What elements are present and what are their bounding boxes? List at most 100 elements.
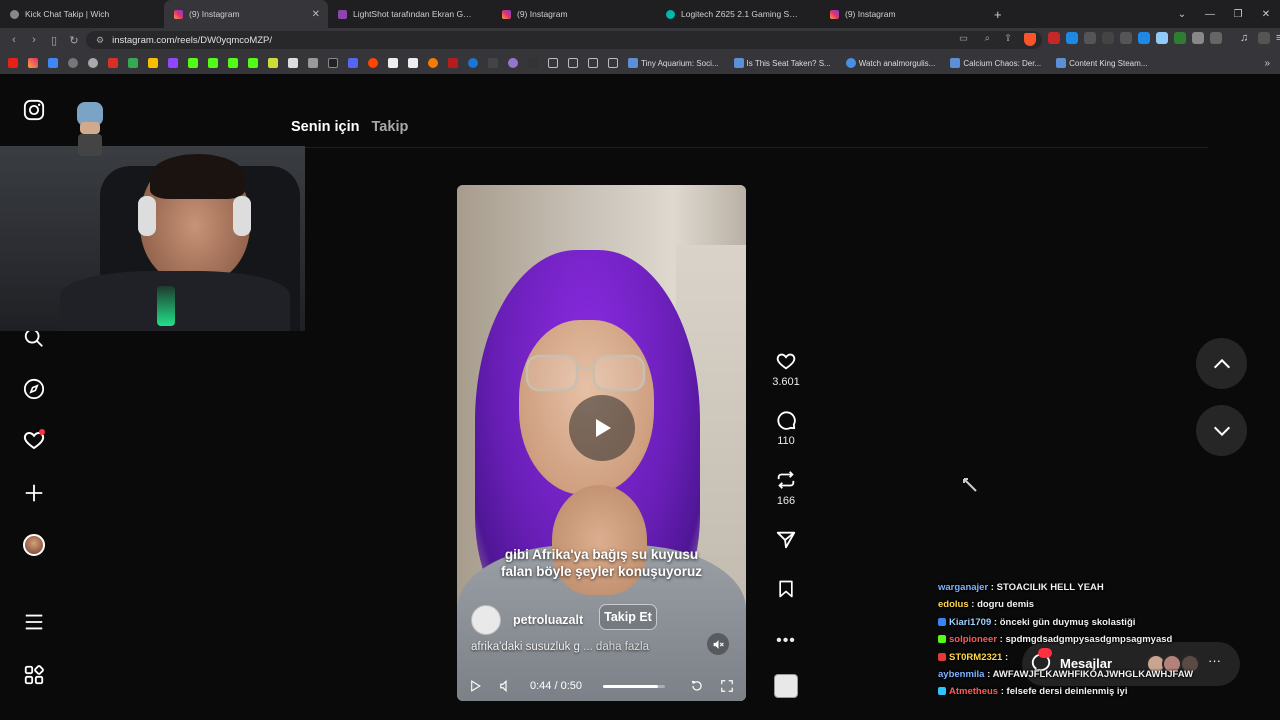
kick-bookmark-icon[interactable] <box>208 58 218 68</box>
bookmark-icon[interactable] <box>148 58 158 68</box>
bookmark-icon[interactable] <box>48 58 58 68</box>
site-info-icon[interactable]: ⚙ <box>96 35 104 46</box>
minimize-icon[interactable]: — <box>1196 9 1224 20</box>
extension-icon[interactable] <box>1084 32 1096 44</box>
notifications-heart-icon[interactable] <box>22 428 46 452</box>
bookmark-icon[interactable] <box>88 58 98 68</box>
extension-icon[interactable] <box>1102 32 1114 44</box>
bookmark-icon[interactable] <box>528 58 538 68</box>
extension-icon[interactable] <box>1138 32 1150 44</box>
bookmark-icon[interactable] <box>448 58 458 68</box>
more-apps-grid-icon[interactable] <box>22 663 46 687</box>
save-action[interactable] <box>771 578 801 604</box>
cast-icon[interactable]: ▭ <box>959 33 968 44</box>
browser-tab-lightshot[interactable]: LightShot tarafından Ekran Görüntüsü <box>328 0 492 28</box>
browser-tab-logitech[interactable]: Logitech Z625 2.1 Gaming Speaker S <box>656 0 820 28</box>
bookmark-icon[interactable]: ▯ <box>44 34 64 47</box>
sidebar-toggle-icon[interactable] <box>1258 32 1270 44</box>
zoom-icon[interactable]: ⌕ <box>985 33 990 44</box>
amazon-bookmark-icon[interactable] <box>408 58 418 68</box>
extension-icon[interactable] <box>1120 32 1132 44</box>
back-icon[interactable]: ‹ <box>4 34 24 46</box>
url-field[interactable]: ⚙ instagram.com/reels/DW0yqmcoMZP/ ⇪ ⌕ ▭ <box>86 31 1042 49</box>
tab-search-icon[interactable]: ⌄ <box>1168 9 1196 20</box>
new-tab-button[interactable]: + <box>984 0 1014 28</box>
create-plus-icon[interactable] <box>22 481 46 505</box>
bookmark-calcium-chaos[interactable]: Calcium Chaos: Der... <box>963 59 1041 68</box>
replay-icon[interactable] <box>690 679 704 693</box>
author-avatar[interactable] <box>471 605 501 635</box>
bookmark-icon[interactable] <box>508 58 518 68</box>
gmail-bookmark-icon[interactable] <box>108 58 118 68</box>
reel-video-player[interactable]: gibi Afrika'ya bağış su kuyusu falan böy… <box>457 185 746 701</box>
author-username[interactable]: petroluazalt <box>513 613 583 627</box>
bookmark-content-king[interactable]: Content King Steam... <box>1069 59 1147 68</box>
folder-icon[interactable] <box>608 58 618 68</box>
like-action[interactable]: 3.601 <box>771 350 801 388</box>
bookmark-icon[interactable] <box>488 58 498 68</box>
repost-action[interactable]: 166 <box>771 469 801 507</box>
extension-icon[interactable] <box>1066 32 1078 44</box>
close-tab-icon[interactable]: ✕ <box>312 9 320 20</box>
restore-icon[interactable]: ❐ <box>1224 9 1252 20</box>
audio-thumbnail[interactable] <box>771 674 801 698</box>
bookmark-seat-taken[interactable]: Is This Seat Taken? S... <box>747 59 831 68</box>
drive-bookmark-icon[interactable] <box>128 58 138 68</box>
twitch-bookmark-icon[interactable] <box>168 58 178 68</box>
browser-tab-instagram[interactable]: (9) Instagram <box>492 0 656 28</box>
volume-icon[interactable] <box>499 679 513 693</box>
folder-icon[interactable] <box>588 58 598 68</box>
profile-avatar[interactable] <box>22 533 46 557</box>
browser-tab-instagram-active[interactable]: (9) Instagram ✕ <box>164 0 328 28</box>
kick-bookmark-icon[interactable] <box>248 58 258 68</box>
bookmark-icon[interactable] <box>268 58 278 68</box>
extension-icon[interactable] <box>1192 32 1204 44</box>
bookmark-icon[interactable] <box>468 58 478 68</box>
share-action[interactable] <box>771 529 801 555</box>
reddit-bookmark-icon[interactable] <box>368 58 378 68</box>
follow-button[interactable]: Takip Et <box>599 604 657 630</box>
play-small-icon[interactable] <box>469 679 482 693</box>
comment-action[interactable]: 110 <box>771 409 801 447</box>
instagram-bookmark-icon[interactable] <box>28 58 38 68</box>
x-bookmark-icon[interactable] <box>328 58 338 68</box>
video-progress-bar[interactable] <box>603 685 665 688</box>
next-reel-button[interactable] <box>1196 405 1247 456</box>
share-icon[interactable]: ⇪ <box>1004 33 1012 44</box>
menu-hamburger-icon[interactable] <box>22 610 46 634</box>
extension-icon[interactable] <box>1174 32 1186 44</box>
play-overlay-button[interactable] <box>569 395 635 461</box>
bookmark-icon[interactable] <box>388 58 398 68</box>
kick-bookmark-icon[interactable] <box>188 58 198 68</box>
more-options-icon[interactable]: ••• <box>771 632 801 650</box>
tab-for-you[interactable]: Senin için <box>291 119 360 135</box>
reel-author[interactable]: petroluazalt <box>471 605 583 635</box>
folder-icon[interactable] <box>568 58 578 68</box>
fullscreen-icon[interactable] <box>720 679 734 693</box>
youtube-bookmark-icon[interactable] <box>8 58 18 68</box>
forward-icon[interactable]: › <box>24 34 44 46</box>
close-window-icon[interactable]: ✕ <box>1252 9 1280 20</box>
explore-compass-icon[interactable] <box>22 377 46 401</box>
bookmark-tiny-aquarium[interactable]: Tiny Aquarium: Soci... <box>641 59 719 68</box>
reload-icon[interactable]: ↻ <box>64 34 84 47</box>
extension-icon[interactable] <box>1156 32 1168 44</box>
brave-shield-icon[interactable] <box>1024 33 1036 46</box>
media-icon[interactable]: ♫ <box>1240 32 1252 44</box>
see-more-link[interactable]: ... daha fazla <box>583 641 649 653</box>
previous-reel-button[interactable] <box>1196 338 1247 389</box>
bookmark-icon[interactable] <box>288 58 298 68</box>
browser-tab-kick-chat[interactable]: Kick Chat Takip | Wich <box>0 0 164 28</box>
bookmark-watch[interactable]: Watch analmorgulis... <box>859 59 936 68</box>
mute-button[interactable] <box>707 633 729 655</box>
bookmark-icon[interactable] <box>348 58 358 68</box>
kick-bookmark-icon[interactable] <box>228 58 238 68</box>
bookmark-icon[interactable] <box>68 58 78 68</box>
tab-following[interactable]: Takip <box>372 119 409 135</box>
folder-icon[interactable] <box>548 58 558 68</box>
extension-icon[interactable] <box>1210 32 1222 44</box>
extension-icon[interactable] <box>1048 32 1060 44</box>
bookmark-icon[interactable] <box>428 58 438 68</box>
browser-tab-instagram[interactable]: (9) Instagram <box>820 0 984 28</box>
instagram-logo-icon[interactable] <box>22 98 46 122</box>
